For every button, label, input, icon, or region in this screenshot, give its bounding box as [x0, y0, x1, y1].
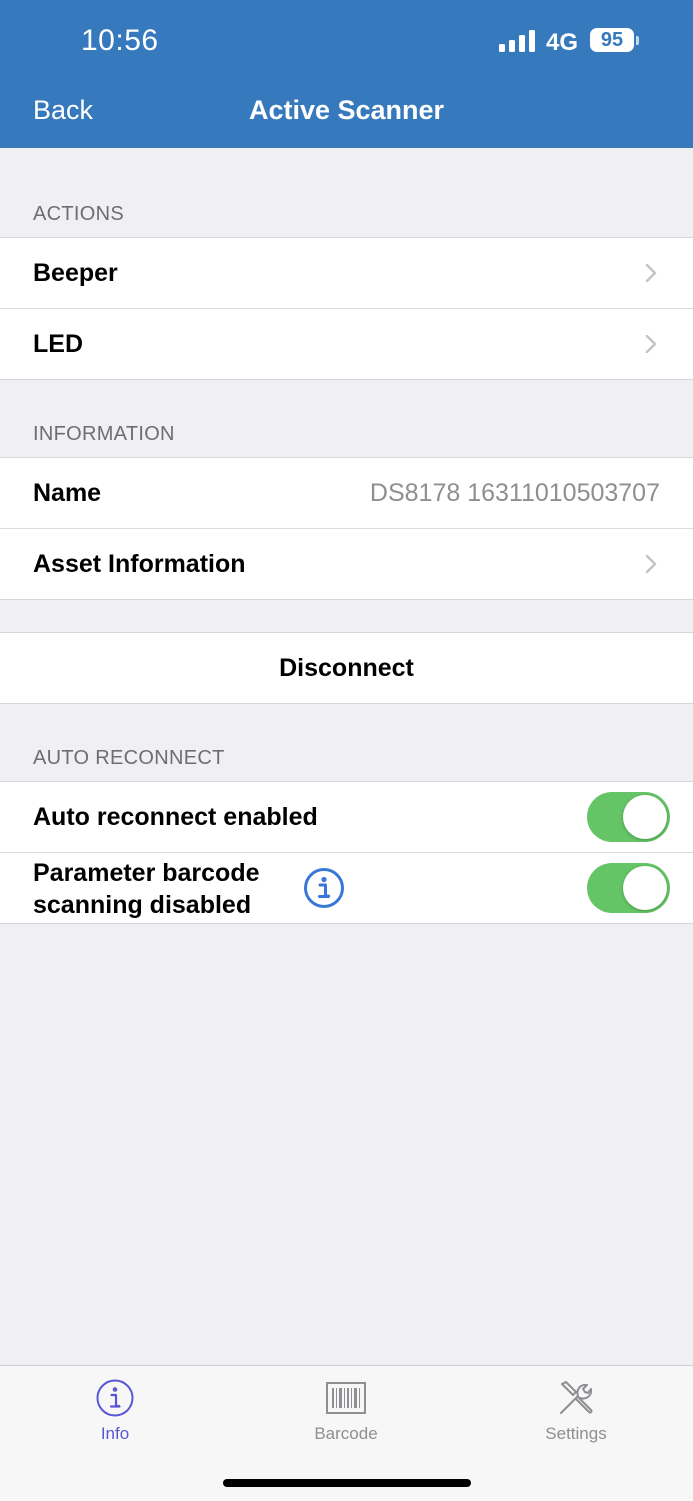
beeper-row[interactable]: Beeper [0, 238, 693, 309]
info-icon [96, 1379, 134, 1417]
section-header-information: INFORMATION [33, 423, 175, 445]
auto-reconnect-group: Auto reconnect enabled Parameter barcode… [0, 781, 693, 924]
section-header-auto-reconnect: AUTO RECONNECT [33, 747, 225, 769]
name-label: Name [33, 479, 102, 507]
scanner-name-value: DS8178 16311010503707 [369, 479, 660, 507]
chevron-right-icon [645, 264, 657, 282]
parameter-barcode-label: Parameter barcode scanning disabled [33, 857, 260, 921]
chevron-right-icon [645, 555, 657, 573]
parameter-barcode-row: Parameter barcode scanning disabled [0, 853, 693, 923]
network-type: 4G [546, 29, 579, 56]
asset-information-row[interactable]: Asset Information [0, 529, 693, 599]
toggle-knob [623, 795, 667, 839]
disconnect-label: Disconnect [279, 654, 414, 682]
page-title: Active Scanner [248, 95, 445, 125]
asset-information-label: Asset Information [33, 550, 246, 578]
battery-icon: 95 [590, 28, 634, 52]
barcode-icon [326, 1382, 366, 1414]
parameter-barcode-label-line2: scanning disabled [33, 891, 252, 919]
parameter-barcode-toggle[interactable] [587, 863, 670, 913]
led-label: LED [33, 330, 83, 358]
tab-info-label: Info [100, 1424, 130, 1443]
toggle-knob [623, 866, 667, 910]
section-header-actions: ACTIONS [33, 203, 124, 225]
led-row[interactable]: LED [0, 309, 693, 379]
chevron-right-icon [645, 335, 657, 353]
disconnect-button[interactable]: Disconnect [0, 633, 693, 703]
battery-tip [636, 36, 639, 45]
tab-barcode-label: Barcode [314, 1424, 378, 1443]
name-row: Name DS8178 16311010503707 [0, 458, 693, 529]
disconnect-group: Disconnect [0, 632, 693, 704]
tab-settings-label: Settings [545, 1424, 607, 1443]
information-group: Name DS8178 16311010503707 Asset Informa… [0, 457, 693, 600]
parameter-barcode-label-line1: Parameter barcode [33, 859, 260, 887]
navigation-header: 10:56 4G 95 Back Active Scanner [0, 0, 693, 148]
auto-reconnect-label: Auto reconnect enabled [33, 803, 318, 831]
home-indicator [223, 1479, 471, 1487]
auto-reconnect-toggle[interactable] [587, 792, 670, 842]
status-time: 10:56 [81, 24, 159, 57]
auto-reconnect-row: Auto reconnect enabled [0, 782, 693, 853]
info-icon[interactable] [303, 867, 345, 909]
tools-icon [560, 1381, 593, 1414]
cellular-signal-icon [499, 30, 535, 52]
beeper-label: Beeper [33, 259, 118, 287]
actions-group: Beeper LED [0, 237, 693, 380]
